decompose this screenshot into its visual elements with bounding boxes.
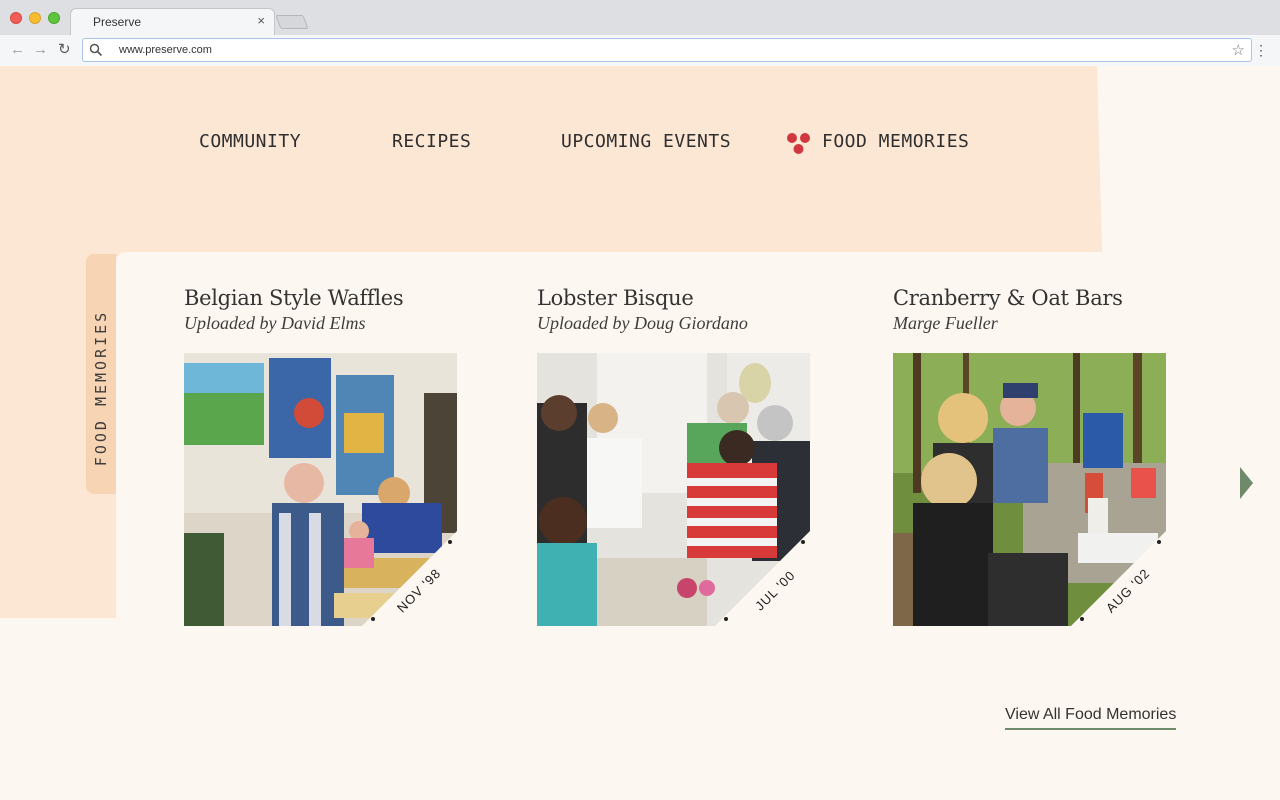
view-all-food-memories-link[interactable]: View All Food Memories	[1005, 706, 1177, 730]
date-dot	[1080, 617, 1084, 621]
browser-tab[interactable]: Preserve ×	[70, 8, 275, 35]
next-arrow-icon[interactable]	[1238, 465, 1254, 501]
nav-item-upcoming-events[interactable]: UPCOMING EVENTS	[561, 131, 731, 152]
card-title[interactable]: Cranberry & Oat Bars	[893, 286, 1193, 310]
nav-item-food-memories[interactable]: FOOD MEMORIES	[822, 131, 969, 152]
main-nav: COMMUNITY RECIPES UPCOMING EVENTS FOOD M…	[0, 131, 1280, 153]
date-dot	[724, 617, 728, 621]
bookmark-star-icon[interactable]: ☆	[1232, 41, 1245, 59]
tab-close-icon[interactable]: ×	[257, 13, 265, 28]
card-uploader: Uploaded by David Elms	[184, 313, 366, 333]
new-tab-button[interactable]	[275, 15, 309, 29]
card-title[interactable]: Belgian Style Waffles	[184, 286, 484, 310]
tab-title: Preserve	[93, 15, 142, 29]
back-arrow-icon[interactable]: ←	[10, 41, 25, 59]
memory-card[interactable]: Cranberry & Oat Bars Marge Fueller AUG '…	[893, 286, 1193, 626]
memory-photo[interactable]: NOV '98	[184, 353, 457, 626]
minimize-window-button[interactable]	[29, 12, 41, 24]
search-icon	[89, 43, 103, 57]
date-dot	[448, 540, 452, 544]
date-dot	[371, 617, 375, 621]
forward-arrow-icon[interactable]: →	[33, 41, 48, 59]
memory-photo[interactable]: AUG '02	[893, 353, 1166, 626]
browser-menu-icon[interactable]: ⋮	[1254, 41, 1268, 59]
active-nav-marker-icon	[787, 133, 810, 154]
reload-icon[interactable]: ↻	[58, 41, 71, 59]
address-bar[interactable]: www.preserve.com ☆	[82, 38, 1252, 62]
maximize-window-button[interactable]	[48, 12, 60, 24]
section-side-label: FOOD MEMORIES	[92, 309, 110, 467]
memory-photo[interactable]: JUL '00	[537, 353, 810, 626]
memory-card[interactable]: Lobster Bisque Uploaded by Doug Giordano	[537, 286, 837, 626]
memory-card[interactable]: Belgian Style Waffles Uploaded by David …	[184, 286, 484, 626]
card-uploader: Marge Fueller	[893, 313, 998, 333]
card-uploader: Uploaded by Doug Giordano	[537, 313, 748, 333]
browser-chrome: Preserve × ← → ↻ www.preserve.com ☆ ⋮	[0, 0, 1280, 66]
close-window-button[interactable]	[10, 12, 22, 24]
url-text: www.preserve.com	[119, 44, 212, 56]
nav-item-community[interactable]: COMMUNITY	[199, 131, 301, 152]
card-title[interactable]: Lobster Bisque	[537, 286, 837, 310]
nav-item-recipes[interactable]: RECIPES	[392, 131, 471, 152]
browser-toolbar: ← → ↻ www.preserve.com ☆ ⋮	[0, 35, 1280, 66]
date-dot	[1157, 540, 1161, 544]
date-dot	[801, 540, 805, 544]
